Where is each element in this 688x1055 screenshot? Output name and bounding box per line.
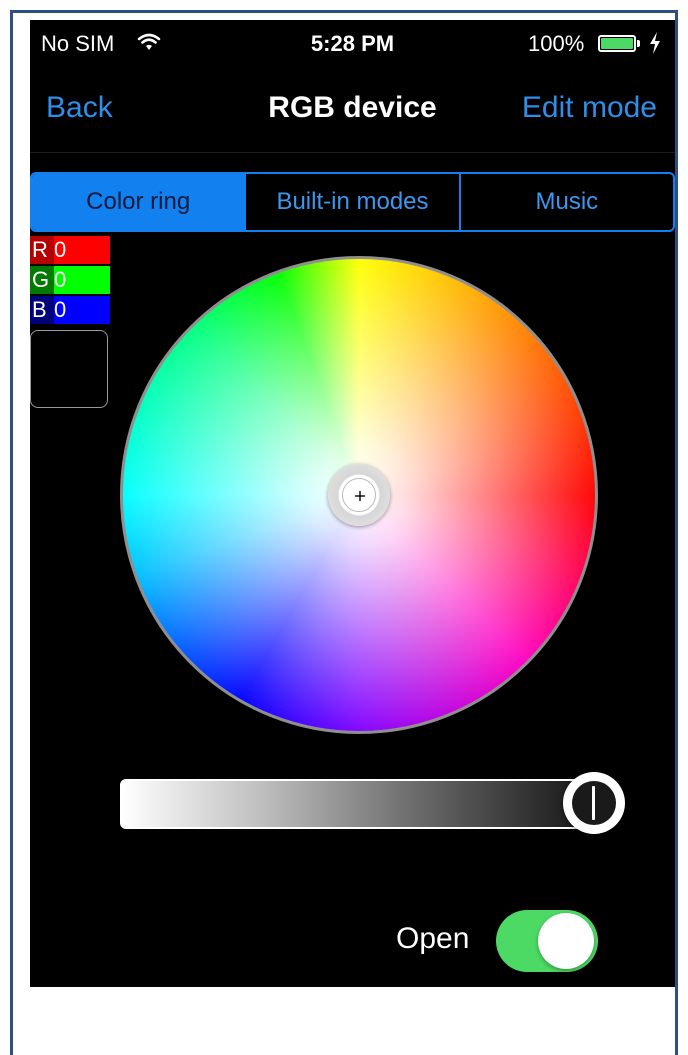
charging-bolt-icon (650, 32, 660, 54)
color-preview-swatch (30, 330, 108, 408)
tab-built-in-modes[interactable]: Built-in modes (244, 174, 458, 230)
red-value: 0 (54, 237, 67, 262)
status-bar: No SIM 5:28 PM 100% (30, 20, 675, 70)
phone-screen: No SIM 5:28 PM 100% Back RGB device Edit… (30, 20, 675, 987)
green-value: 0 (54, 267, 67, 292)
blue-value: 0 (54, 297, 67, 322)
navigation-bar: Back RGB device Edit mode (30, 70, 675, 153)
green-label: G (30, 266, 54, 294)
red-readout: R0 (30, 236, 110, 264)
tab-music[interactable]: Music (458, 174, 673, 230)
battery-tip (637, 40, 640, 47)
battery-full-icon (598, 35, 636, 52)
brightness-slider-handle[interactable] (563, 772, 625, 834)
open-label: Open (396, 922, 470, 955)
open-toggle[interactable] (496, 910, 598, 972)
crosshair-icon (355, 491, 365, 501)
blue-readout: B0 (30, 296, 110, 324)
color-wheel-picker-handle[interactable] (328, 464, 390, 526)
brightness-slider-track[interactable] (120, 779, 600, 829)
green-readout: G0 (30, 266, 110, 294)
battery-percent: 100% (528, 31, 585, 56)
mode-segmented-control: Color ring Built-in modes Music (30, 172, 675, 232)
toggle-thumb[interactable] (538, 913, 594, 969)
red-label: R (30, 236, 54, 264)
tab-color-ring[interactable]: Color ring (32, 174, 245, 230)
blue-label: B (30, 296, 54, 324)
color-wheel[interactable] (120, 256, 598, 734)
edit-mode-button[interactable]: Edit mode (522, 91, 657, 125)
